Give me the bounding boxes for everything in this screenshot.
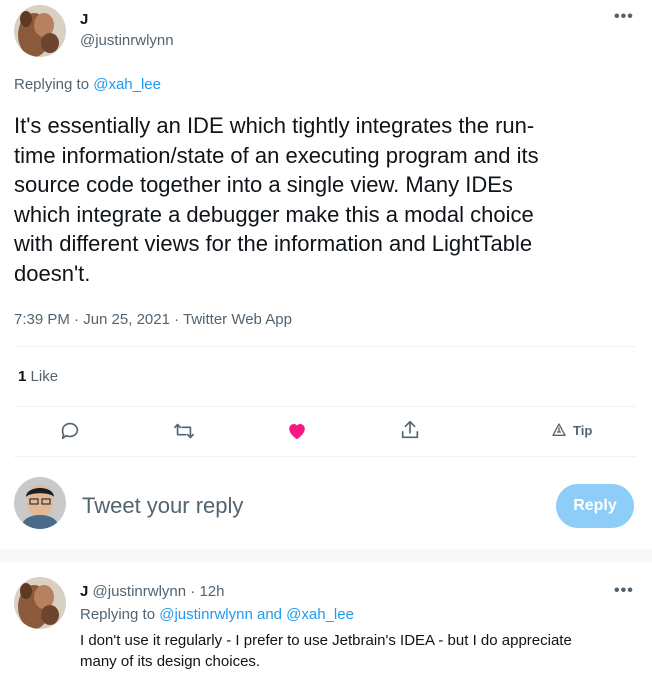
reply-line: many of its design choices. [80, 653, 261, 670]
tweet-line: which integrate a debugger make this a m… [14, 201, 534, 227]
reply-more-options-icon[interactable]: ••• [614, 583, 634, 599]
likes-stat[interactable]: 1 Like [18, 368, 58, 385]
tweet-line: with different views for the information… [14, 231, 533, 256]
reply-time[interactable]: · 12h [190, 583, 224, 600]
reply-icon[interactable] [58, 419, 82, 443]
tip-button[interactable]: Tip [551, 422, 592, 438]
reply-replying-to-prefix: Replying to [80, 606, 156, 623]
tip-icon [552, 423, 566, 436]
user-avatar[interactable] [14, 477, 66, 529]
share-icon[interactable] [398, 418, 422, 442]
replying-to: Replying to @xah_lee [14, 76, 161, 93]
tweet-timestamp[interactable]: 7:39 PM · Jun 25, 2021 · Twitter Web App [14, 311, 292, 328]
reply-text: I don't use it regularly - I prefer to u… [80, 630, 572, 672]
section-divider [0, 549, 652, 562]
author-name[interactable]: J [80, 11, 88, 28]
divider [14, 406, 636, 407]
retweet-icon[interactable] [172, 419, 196, 443]
reply-replying-to-handles[interactable]: @justinrwlynn and @xah_lee [159, 606, 354, 623]
tweet-line: source code together into a single view.… [14, 172, 513, 197]
divider [14, 456, 636, 457]
author-handle[interactable]: @justinrwlynn [80, 32, 174, 49]
author-avatar[interactable] [14, 5, 66, 57]
like-count: 1 [18, 368, 27, 385]
tweet-line: time information/state of an executing p… [14, 142, 539, 168]
tweet-text: It's essentially an IDE which tightly in… [14, 111, 539, 288]
reply-header: J @justinrwlynn · 12h [80, 583, 224, 600]
reply-button[interactable]: Reply [556, 484, 634, 528]
like-icon[interactable] [285, 419, 309, 443]
replying-to-handle[interactable]: @xah_lee [93, 76, 161, 93]
reply-author-handle[interactable]: @justinrwlynn [93, 583, 187, 600]
reply-author-name[interactable]: J [80, 583, 88, 600]
like-label: Like [30, 368, 59, 385]
divider [14, 346, 636, 347]
tip-label: Tip [573, 422, 593, 438]
reply-author-avatar[interactable] [14, 577, 66, 629]
more-options-icon[interactable]: ••• [614, 9, 634, 25]
tweet-line: doesn't. [14, 260, 91, 286]
reply-replying-to: Replying to @justinrwlynn and @xah_lee [80, 606, 354, 623]
replying-to-prefix: Replying to [14, 76, 90, 93]
tweet-line: It's essentially an IDE which tightly in… [14, 113, 535, 138]
reply-input[interactable]: Tweet your reply [82, 493, 243, 519]
reply-line: I don't use it regularly - I prefer to u… [80, 632, 572, 649]
